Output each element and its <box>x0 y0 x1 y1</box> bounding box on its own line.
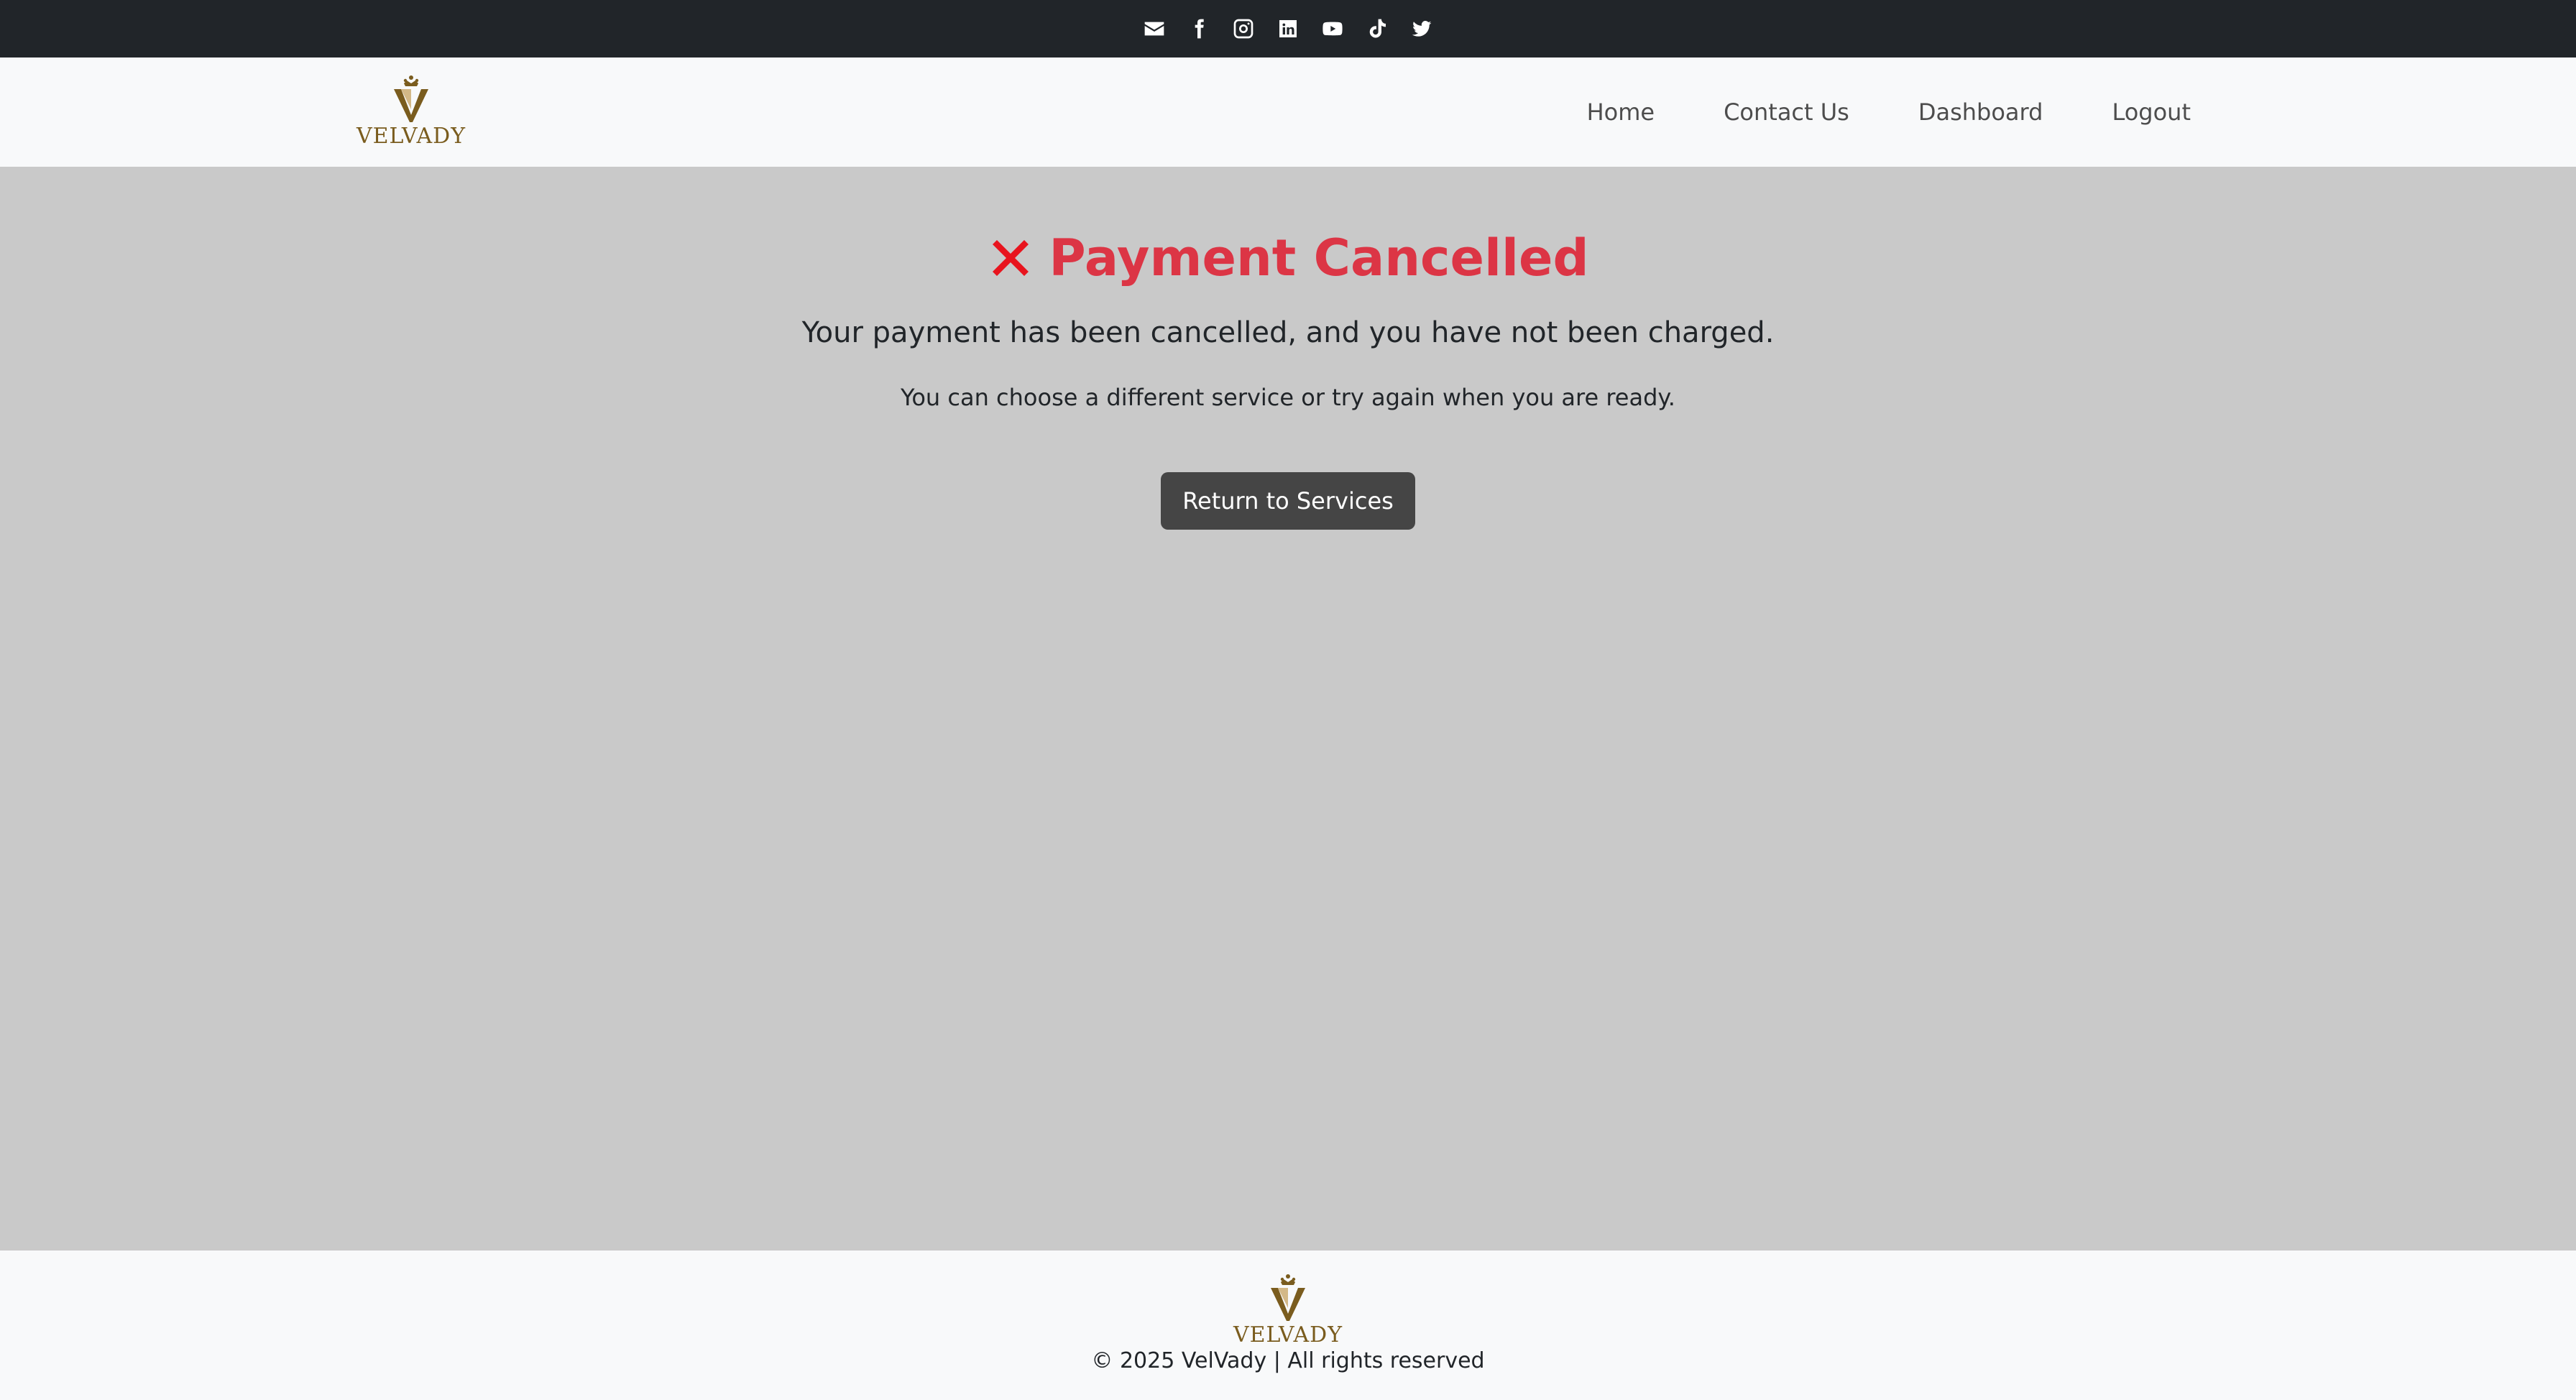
nav-item-contact-us[interactable]: Contact Us <box>1689 98 1884 126</box>
cancel-submessage: You can choose a different service or tr… <box>901 384 1675 411</box>
page-title: Payment Cancelled <box>1049 229 1589 287</box>
nav-item-logout[interactable]: Logout <box>2077 98 2191 126</box>
brand-name: VELVADY <box>356 124 466 149</box>
page-heading: Payment Cancelled <box>0 233 2576 283</box>
copyright-text: © 2025 VelVady | All rights reserved <box>1091 1348 1485 1373</box>
footer-logo: VELVADY <box>1230 1272 1346 1353</box>
cancel-message: Your payment has been cancelled, and you… <box>801 316 1775 349</box>
envelope-icon[interactable] <box>1142 17 1167 41</box>
instagram-icon[interactable] <box>1231 17 1256 41</box>
brand-logo[interactable]: VELVADY <box>354 73 469 154</box>
main-content: Payment Cancelled Your payment has been … <box>0 167 2576 1251</box>
nav-item-home[interactable]: Home <box>1552 98 1690 126</box>
nav-links: Home Contact Us Dashboard Logout <box>1552 57 2191 167</box>
return-to-services-button[interactable]: Return to Services <box>1161 472 1415 530</box>
youtube-icon[interactable] <box>1320 17 1345 41</box>
nav-item-dashboard[interactable]: Dashboard <box>1884 98 2078 126</box>
navbar: VELVADY Home Contact Us Dashboard Logout <box>0 57 2576 167</box>
social-bar <box>0 0 2576 57</box>
footer-brand-name: VELVADY <box>1233 1322 1343 1348</box>
linkedin-icon[interactable] <box>1276 17 1300 41</box>
tiktok-icon[interactable] <box>1365 17 1389 41</box>
facebook-icon[interactable] <box>1187 17 1211 41</box>
cross-mark-icon <box>993 240 1029 276</box>
footer: VELVADY © 2025 VelVady | All rights rese… <box>0 1251 2576 1400</box>
twitter-icon[interactable] <box>1409 17 1434 41</box>
